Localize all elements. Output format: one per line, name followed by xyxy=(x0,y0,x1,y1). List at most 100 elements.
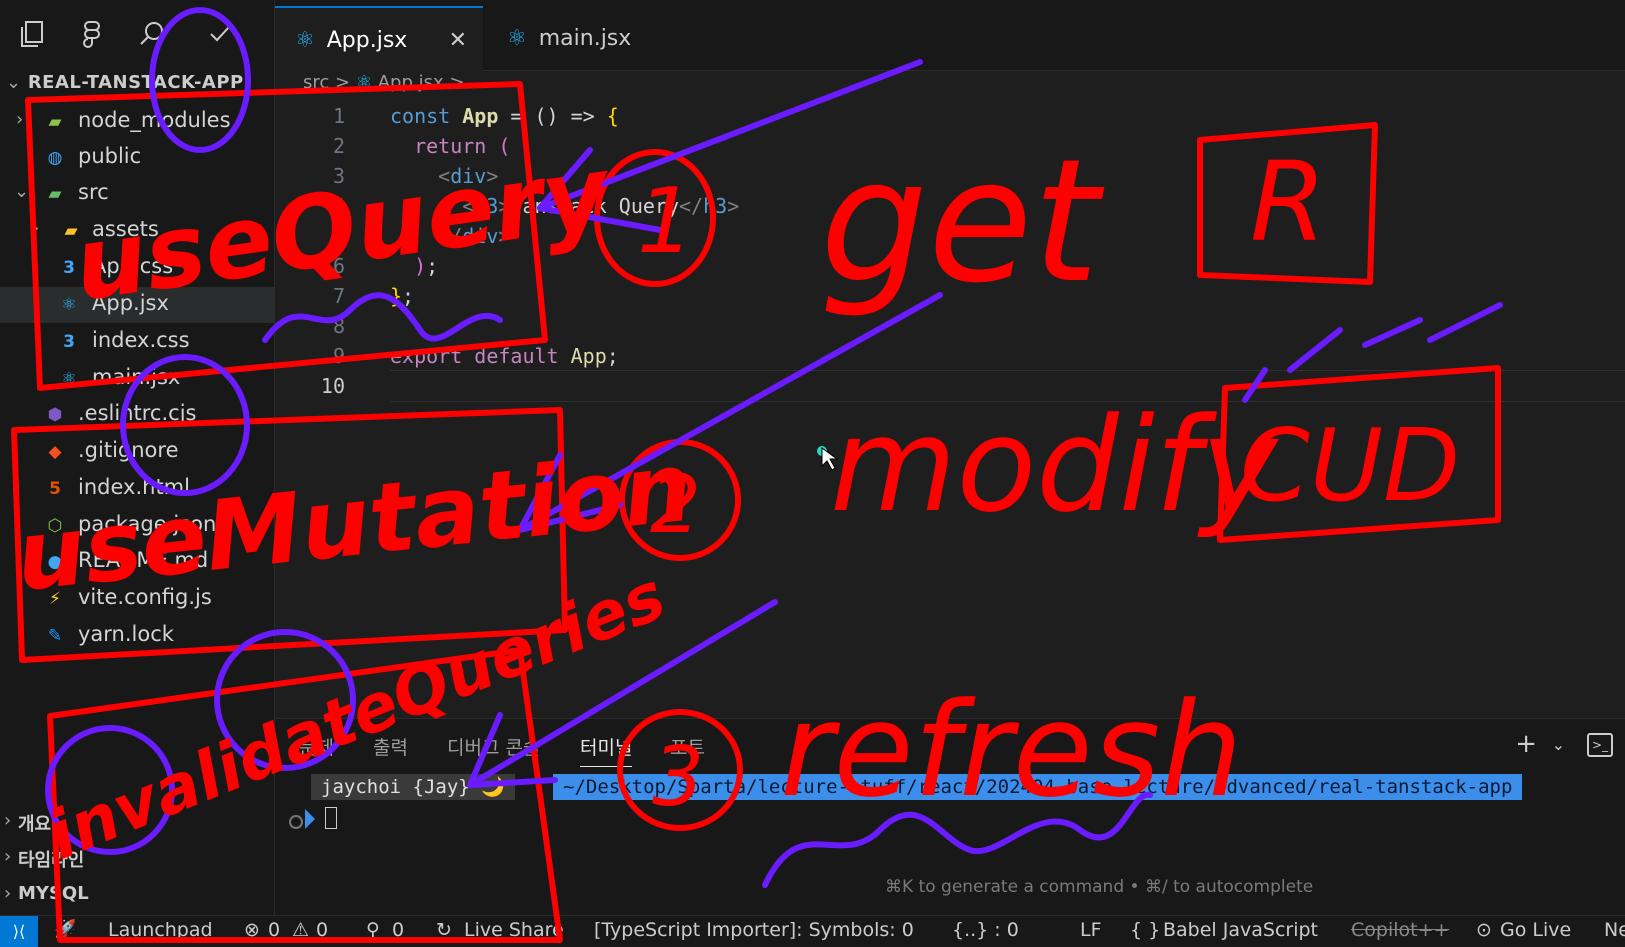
folder-public-icon: ◍ xyxy=(47,148,63,168)
ts-importer-item[interactable]: [TypeScript Importer]: Symbols: 0 xyxy=(594,919,914,941)
line-number: 9 xyxy=(332,344,345,368)
terminal-icon[interactable]: >_ xyxy=(1587,733,1613,757)
files-icon[interactable] xyxy=(12,14,52,54)
code-editor[interactable]: 1 2 3 4 5 6 7 8 9 10 const App = () => {… xyxy=(275,96,1625,716)
breadcrumb-item[interactable]: ... xyxy=(470,72,487,93)
editor-tabs: ⚛ App.jsx ✕ ⚛ main.jsx xyxy=(275,0,1625,72)
project-title[interactable]: ⌄ REAL-TANSTACK-APP xyxy=(6,72,244,93)
status-bar: ⟩⟨ 🚀 Launchpad ⊗ 0 ⚠ 0 ⚲ 0 ↻ Live Share … xyxy=(0,915,1625,947)
tree-item-main-jsx[interactable]: ⚛ main.jsx xyxy=(0,361,274,397)
tree-item-public[interactable]: ◍ public xyxy=(0,140,274,176)
section-mysql[interactable]: › MYSQL xyxy=(0,879,274,913)
chevron-down-icon[interactable]: ⌄ xyxy=(1552,735,1565,754)
tree-item-app-css[interactable]: 3 App.css xyxy=(0,250,274,286)
code-line: ); xyxy=(414,254,439,278)
css-file-icon: 3 xyxy=(63,258,75,278)
tab-problems[interactable]: 문제 xyxy=(299,733,334,760)
tree-item-index-html[interactable]: 5 index.html xyxy=(0,471,274,507)
tab-debug-console[interactable]: 디버그 콘솔 xyxy=(447,733,540,760)
line-number: 1 xyxy=(332,104,345,128)
tree-item-label: main.jsx xyxy=(92,365,181,389)
react-file-icon: ⚛ xyxy=(355,72,372,93)
chevron-right-icon: › xyxy=(4,883,12,904)
braces-item[interactable]: {..} : 0 xyxy=(952,919,1019,941)
html-file-icon: 5 xyxy=(49,479,61,499)
breadcrumb-item[interactable]: src xyxy=(303,72,329,93)
tree-item-index-css[interactable]: 3 index.css xyxy=(0,324,274,360)
current-line-highlight xyxy=(390,370,1625,402)
tab-output[interactable]: 출력 xyxy=(373,733,408,760)
folder-assets-icon: ▰ xyxy=(64,221,78,241)
tree-item-gitignore[interactable]: ◆ .gitignore xyxy=(0,434,274,470)
launchpad-item[interactable]: Launchpad xyxy=(108,919,213,941)
code-line: return ( xyxy=(390,134,511,158)
tree-item-src[interactable]: ⌄ ▰ src xyxy=(0,176,274,212)
tree-item-readme[interactable]: ● README.md xyxy=(0,544,274,580)
react-file-icon: ⚛ xyxy=(61,369,77,389)
vite-file-icon: ⚡ xyxy=(49,589,61,609)
copilot-item[interactable]: Copilot++ xyxy=(1351,919,1449,941)
search-icon[interactable] xyxy=(132,14,172,54)
chevron-right-icon: › xyxy=(16,109,24,130)
tree-item-package-json[interactable]: ⬡ package.json xyxy=(0,508,274,544)
tree-item-label: package.json xyxy=(78,512,217,536)
code-line: <div> xyxy=(390,164,499,188)
react-file-icon: ⚛ xyxy=(295,27,315,53)
section-label: 타임라인 xyxy=(18,850,85,871)
line-number: 2 xyxy=(332,134,345,158)
broadcast-icon: ⚲ xyxy=(366,919,380,941)
check-icon[interactable] xyxy=(200,14,240,54)
tree-item-label: .gitignore xyxy=(78,438,179,462)
tree-item-app-jsx[interactable]: ⚛ App.jsx xyxy=(0,287,274,323)
tree-item-assets[interactable]: › ▰ assets xyxy=(0,213,274,249)
broadcast-icon: ⊙ xyxy=(1476,919,1492,941)
json-file-icon: ⬡ xyxy=(47,516,63,536)
tree-item-label: yarn.lock xyxy=(78,622,174,646)
figma-icon[interactable] xyxy=(72,14,112,54)
tab-ports[interactable]: 포트 xyxy=(670,733,705,760)
live-share-item[interactable]: Live Share xyxy=(464,919,564,941)
terminal-panel: 문제 출력 디버그 콘솔 터미널 포트 + ⌄ >_ jaychoi {Jay}… xyxy=(275,718,1625,916)
tree-item-label: .eslintrc.cjs xyxy=(78,401,197,425)
close-icon[interactable]: ✕ xyxy=(449,28,467,53)
terminal-cursor[interactable] xyxy=(325,807,337,829)
breadcrumb-item[interactable]: App.jsx xyxy=(378,72,444,93)
line-number: 5 xyxy=(332,224,345,248)
tree-item-label: vite.config.js xyxy=(78,585,212,609)
tree-item-node-modules[interactable]: › ▰ node_modules xyxy=(0,104,274,140)
tab-terminal[interactable]: 터미널 xyxy=(580,733,633,767)
plus-icon[interactable]: + xyxy=(1515,729,1537,759)
code-line: </div> xyxy=(390,224,511,248)
tree-item-eslintrc[interactable]: ⬢ .eslintrc.cjs xyxy=(0,397,274,433)
circle-icon xyxy=(289,815,303,829)
section-timeline[interactable]: › 타임라인 xyxy=(0,842,274,876)
chevron-right-icon: › xyxy=(4,810,12,831)
tree-item-vite-config[interactable]: ⚡ vite.config.js xyxy=(0,581,274,617)
go-live-item[interactable]: Go Live xyxy=(1500,919,1571,941)
tab-app-jsx[interactable]: ⚛ App.jsx ✕ xyxy=(275,6,483,72)
braces-icon: { } xyxy=(1130,919,1161,941)
folder-src-icon: ▰ xyxy=(48,184,62,204)
explorer-sidebar: ⌄ REAL-TANSTACK-APP › ▰ node_modules ◍ p… xyxy=(0,0,275,915)
breadcrumb-sep: > xyxy=(449,72,465,93)
tree-item-yarn-lock[interactable]: ✎ yarn.lock xyxy=(0,618,274,654)
eol-item[interactable]: LF xyxy=(1080,919,1102,941)
ports-count[interactable]: 0 xyxy=(392,919,404,941)
tab-main-jsx[interactable]: ⚛ main.jsx xyxy=(487,6,697,70)
error-count[interactable]: 0 xyxy=(268,919,280,941)
chevron-down-icon: ⌄ xyxy=(14,181,30,202)
language-item[interactable]: Babel JavaScript xyxy=(1163,919,1318,941)
section-label: 개요 xyxy=(18,814,52,835)
breadcrumb[interactable]: src > ⚛ App.jsx > ... xyxy=(303,72,487,93)
activity-bar xyxy=(0,0,274,70)
warning-count[interactable]: 0 xyxy=(316,919,328,941)
remote-icon[interactable]: ⟩⟨ xyxy=(0,916,38,947)
eslint-file-icon: ⬢ xyxy=(47,405,63,425)
tab-label: main.jsx xyxy=(538,25,632,51)
share-icon: ↻ xyxy=(436,919,452,941)
notifications-item[interactable]: Ne xyxy=(1604,919,1625,941)
css-file-icon: 3 xyxy=(63,332,75,352)
tree-item-label: node_modules xyxy=(78,108,231,132)
error-icon: ⊗ xyxy=(244,919,260,941)
section-outline[interactable]: › 개요 xyxy=(0,806,274,840)
